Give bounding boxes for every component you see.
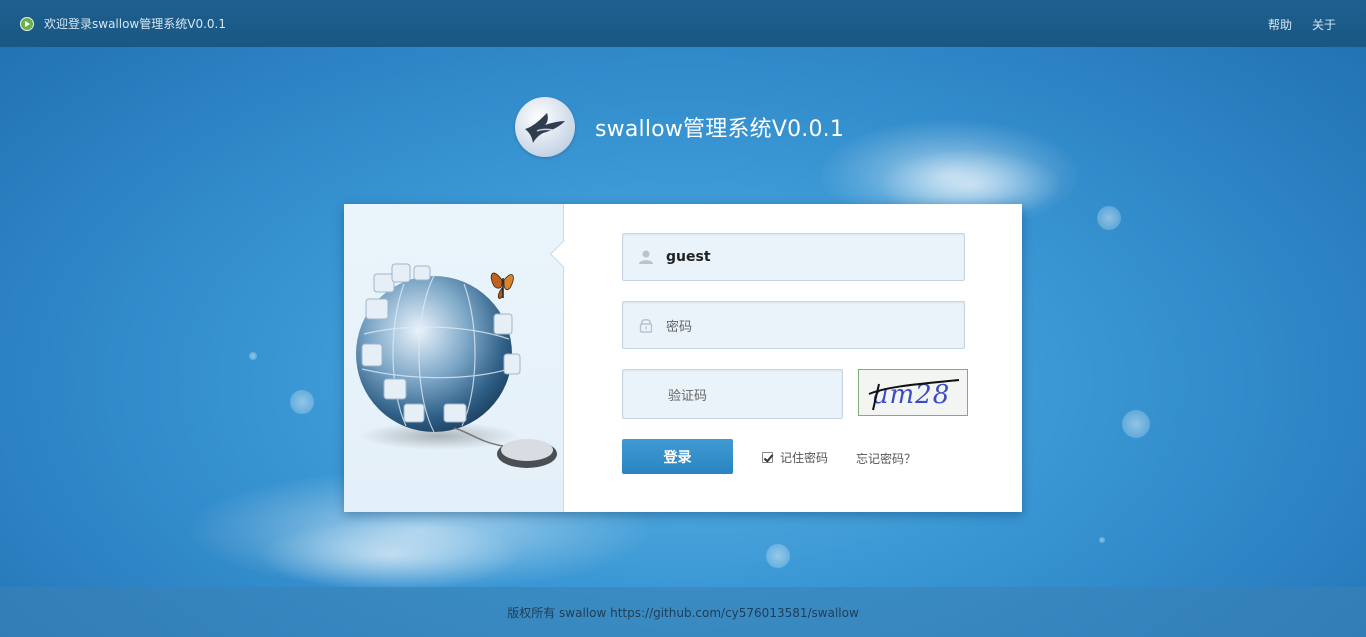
login-button[interactable]: 登录 xyxy=(622,439,733,474)
footer: 版权所有 swallow https://github.com/cy576013… xyxy=(0,587,1366,637)
captcha-field[interactable]: 验证码 xyxy=(622,369,843,419)
password-field[interactable]: 密码 xyxy=(622,301,965,349)
cloud-decoration xyxy=(260,520,520,590)
remember-checkbox[interactable] xyxy=(762,452,773,463)
copyright-text: 版权所有 swallow https://github.com/cy576013… xyxy=(507,605,859,620)
swallow-logo-icon xyxy=(515,97,575,157)
top-links: 帮助 关于 xyxy=(1268,16,1336,33)
about-link[interactable]: 关于 xyxy=(1312,16,1336,33)
play-icon xyxy=(20,16,34,31)
bubble-decoration xyxy=(1097,206,1121,230)
user-icon xyxy=(636,249,656,265)
captcha-placeholder: 验证码 xyxy=(668,388,708,404)
bubble-decoration xyxy=(1099,537,1105,543)
password-placeholder: 密码 xyxy=(666,319,693,335)
system-title: swallow管理系统V0.0.1 xyxy=(595,117,845,142)
brand-header: swallow管理系统V0.0.1 xyxy=(515,97,844,157)
globe-illustration xyxy=(356,263,557,468)
welcome-text: 欢迎登录swallow管理系统V0.0.1 xyxy=(44,17,226,31)
illustration-panel xyxy=(344,204,564,512)
welcome-message: 欢迎登录swallow管理系统V0.0.1 xyxy=(20,15,226,32)
bubble-decoration xyxy=(766,544,790,568)
username-value: guest xyxy=(666,249,711,265)
top-bar: 欢迎登录swallow管理系统V0.0.1 帮助 关于 xyxy=(0,0,1366,47)
remember-label: 记住密码 xyxy=(780,451,829,465)
bubble-decoration xyxy=(290,390,314,414)
username-field[interactable]: guest xyxy=(622,233,965,281)
help-link[interactable]: 帮助 xyxy=(1268,16,1292,33)
captcha-image[interactable]: am28 xyxy=(858,369,968,416)
bubble-decoration xyxy=(249,352,257,360)
forgot-password-link[interactable]: 忘记密码？ xyxy=(856,450,916,467)
remember-password[interactable]: 记住密码 xyxy=(762,449,828,466)
bubble-decoration xyxy=(1122,410,1150,438)
login-panel: guest 密码 验证码 am28 登录 记住密码 忘记密码？ xyxy=(344,204,1022,512)
lock-icon xyxy=(636,317,656,333)
